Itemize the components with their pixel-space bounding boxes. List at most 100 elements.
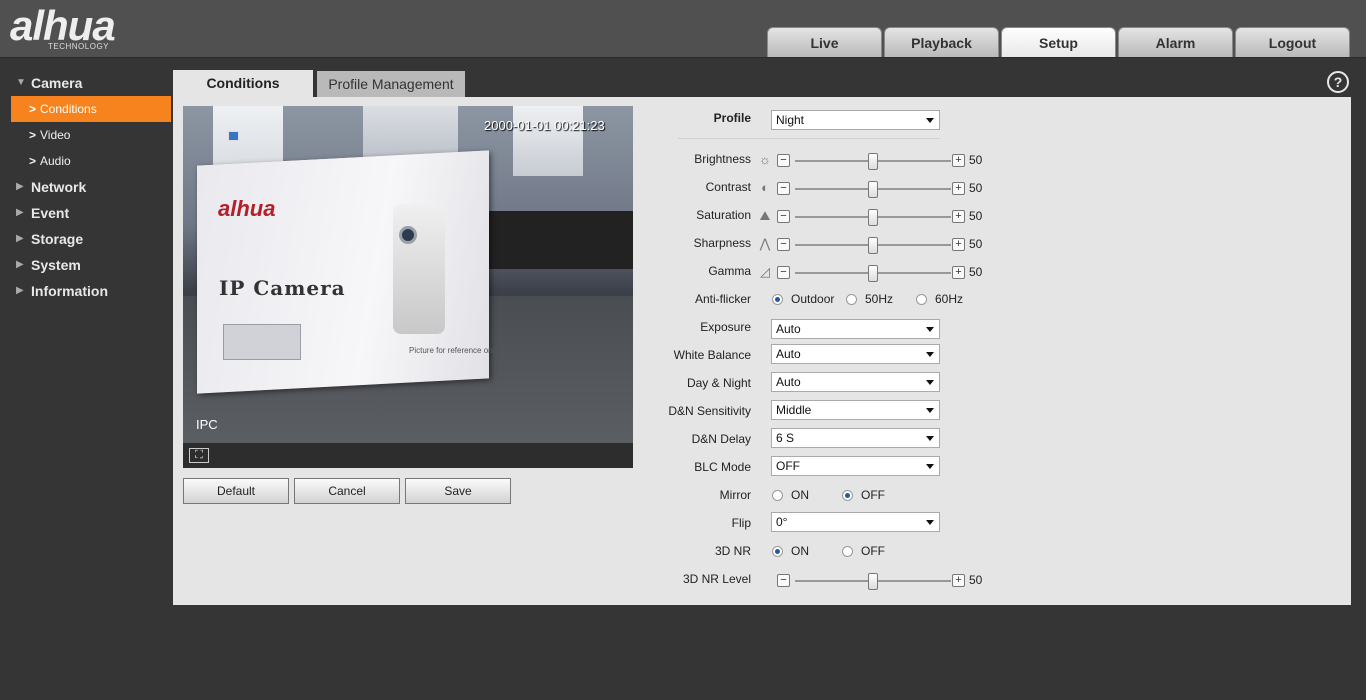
nav-playback-button[interactable]: Playback: [884, 27, 999, 57]
flip-select-value: 0°: [776, 515, 788, 529]
tab-profile-management[interactable]: Profile Management: [317, 71, 465, 97]
antiflicker-outdoor-label: Outdoor: [791, 292, 835, 306]
header: alhua TECHNOLOGY Live Playback Setup Ala…: [0, 0, 1366, 58]
sharpness-decrease-button[interactable]: −: [777, 238, 790, 251]
chevron-down-icon: [926, 464, 934, 469]
brightness-decrease-button[interactable]: −: [777, 154, 790, 167]
sharpness-increase-button[interactable]: +: [952, 238, 965, 251]
contrast-label: Contrast: [705, 180, 751, 194]
blc-mode-select-value: OFF: [776, 459, 800, 473]
sidebar-item-conditions[interactable]: > Conditions: [11, 96, 171, 122]
scene-camera-lens: [399, 226, 417, 244]
sidebar-item-label: Storage: [31, 231, 84, 247]
brightness-slider-row: ☼ − + 50: [757, 152, 997, 170]
exposure-select[interactable]: Auto: [771, 319, 940, 339]
sharpness-label: Sharpness: [693, 236, 751, 250]
chevron-right-icon: >: [29, 102, 37, 116]
nr3d-level-decrease-button[interactable]: −: [777, 574, 790, 587]
nr3d-level-slider-thumb[interactable]: [868, 573, 878, 590]
sidebar-item-storage[interactable]: ▶ Storage: [0, 226, 172, 252]
chevron-down-icon: [926, 520, 934, 525]
saturation-slider-thumb[interactable]: [868, 209, 878, 226]
triangle-right-icon: ▶: [16, 207, 24, 218]
sidebar-item-network[interactable]: ▶ Network: [0, 174, 172, 200]
white-balance-select[interactable]: Auto: [771, 344, 940, 364]
nr3d-level-value: 50: [969, 573, 983, 587]
brightness-slider[interactable]: [795, 153, 951, 170]
sidebar-item-label: Information: [31, 283, 108, 299]
gamma-increase-button[interactable]: +: [952, 266, 965, 279]
nr3d-on-radio[interactable]: [772, 546, 783, 557]
scene-box-caption: Picture for reference only.: [409, 346, 501, 355]
brightness-value: 50: [969, 153, 983, 167]
nav-live-button[interactable]: Live: [767, 27, 882, 57]
antiflicker-radio-group: Outdoor 50Hz 60Hz: [772, 292, 992, 308]
blc-mode-select[interactable]: OFF: [771, 456, 940, 476]
triangle-right-icon: ▶: [16, 285, 24, 296]
sidebar-item-audio[interactable]: > Audio: [11, 148, 171, 174]
help-icon[interactable]: ?: [1327, 71, 1349, 93]
sidebar-item-system[interactable]: ▶ System: [0, 252, 172, 278]
dn-sensitivity-select[interactable]: Middle: [771, 400, 940, 420]
dn-delay-select[interactable]: 6 S: [771, 428, 940, 448]
mirror-off-radio[interactable]: [842, 490, 853, 501]
sharpness-slider-row: ⋀ − + 50: [757, 236, 997, 254]
gamma-decrease-button[interactable]: −: [777, 266, 790, 279]
sidebar-item-camera[interactable]: ▼ Camera: [0, 70, 172, 96]
flip-select[interactable]: 0°: [771, 512, 940, 532]
sharpness-slider[interactable]: [795, 237, 951, 254]
antiflicker-50hz-label: 50Hz: [865, 292, 894, 306]
brightness-increase-button[interactable]: +: [952, 154, 965, 167]
antiflicker-outdoor-radio[interactable]: [772, 294, 783, 305]
saturation-slider[interactable]: [795, 209, 951, 226]
sidebar-item-event[interactable]: ▶ Event: [0, 200, 172, 226]
logo-subtitle: TECHNOLOGY: [48, 42, 110, 51]
nr3d-level-increase-button[interactable]: +: [952, 574, 965, 587]
sidebar-item-label: Video: [40, 128, 71, 142]
contrast-slider[interactable]: [795, 181, 951, 198]
brightness-slider-thumb[interactable]: [868, 153, 878, 170]
contrast-slider-thumb[interactable]: [868, 181, 878, 198]
profile-select[interactable]: Night: [771, 110, 940, 130]
gamma-slider-thumb[interactable]: [868, 265, 878, 282]
antiflicker-50hz-radio[interactable]: [846, 294, 857, 305]
dn-delay-select-value: 6 S: [776, 431, 795, 445]
antiflicker-60hz-radio[interactable]: [916, 294, 927, 305]
nr3d-level-slider[interactable]: [795, 573, 951, 590]
sharpness-icon: ⋀: [759, 236, 771, 251]
contrast-decrease-button[interactable]: −: [777, 182, 790, 195]
chevron-right-icon: >: [29, 128, 37, 142]
chevron-down-icon: [926, 352, 934, 357]
sidebar: ▼ Camera > Conditions > Video > Audio ▶ …: [0, 70, 172, 304]
flip-label: Flip: [731, 516, 751, 530]
sidebar-item-information[interactable]: ▶ Information: [0, 278, 172, 304]
nr3d-off-radio[interactable]: [842, 546, 853, 557]
white-balance-label: White Balance: [673, 348, 751, 362]
sharpness-slider-thumb[interactable]: [868, 237, 878, 254]
saturation-increase-button[interactable]: +: [952, 210, 965, 223]
chevron-down-icon: [926, 408, 934, 413]
conditions-panel: alhua IP Camera Picture for reference on…: [173, 97, 1351, 605]
nav-logout-button[interactable]: Logout: [1235, 27, 1350, 57]
mirror-on-radio[interactable]: [772, 490, 783, 501]
gamma-slider[interactable]: [795, 265, 951, 282]
save-button[interactable]: Save: [405, 478, 511, 504]
scene-window: [513, 106, 583, 176]
cancel-button[interactable]: Cancel: [294, 478, 400, 504]
video-preview: alhua IP Camera Picture for reference on…: [183, 106, 633, 468]
antiflicker-60hz-label: 60Hz: [935, 292, 964, 306]
nav-alarm-button[interactable]: Alarm: [1118, 27, 1233, 57]
default-button[interactable]: Default: [183, 478, 289, 504]
tab-conditions[interactable]: Conditions: [173, 70, 313, 98]
sidebar-item-label: System: [31, 257, 81, 273]
nav-setup-button[interactable]: Setup: [1001, 27, 1116, 57]
fullscreen-icon[interactable]: ⛶: [189, 448, 209, 463]
sidebar-item-video[interactable]: > Video: [11, 122, 171, 148]
exposure-select-value: Auto: [776, 322, 801, 336]
scene-box-title: IP Camera: [219, 276, 346, 300]
day-night-select[interactable]: Auto: [771, 372, 940, 392]
mirror-off-label: OFF: [861, 488, 885, 502]
video-toolbar: ⛶: [183, 443, 633, 468]
contrast-increase-button[interactable]: +: [952, 182, 965, 195]
saturation-decrease-button[interactable]: −: [777, 210, 790, 223]
